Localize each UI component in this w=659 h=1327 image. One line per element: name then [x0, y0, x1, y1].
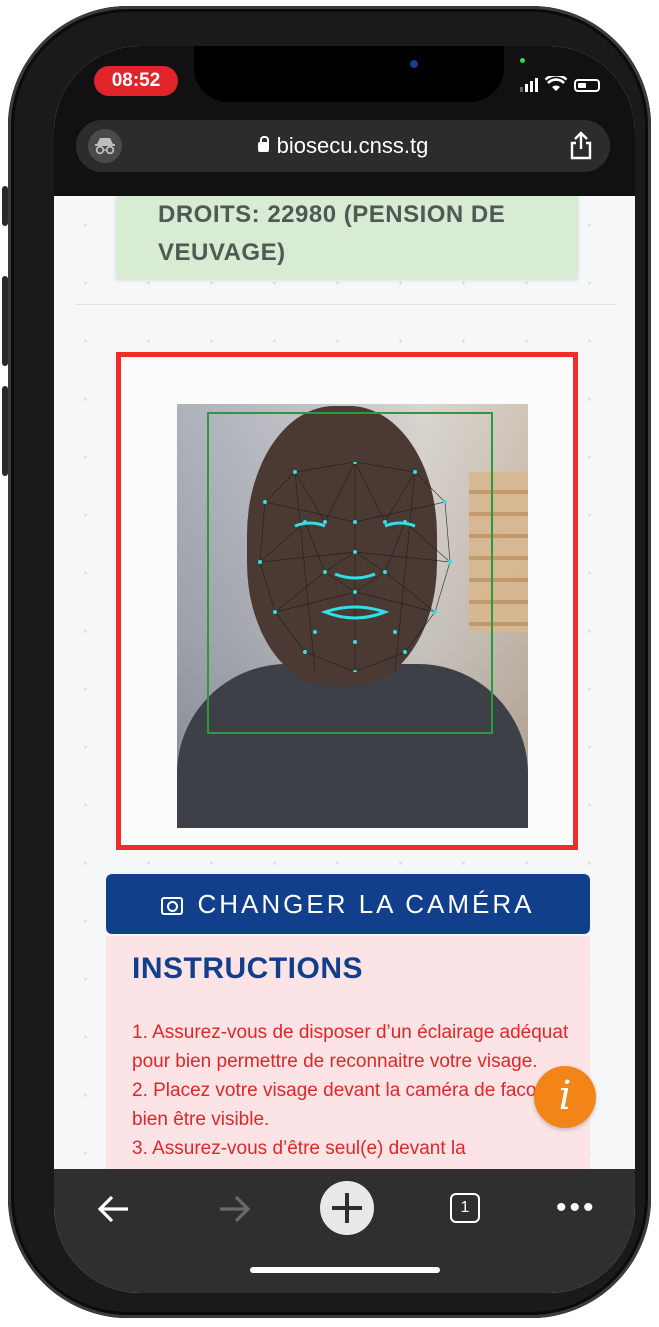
- camera-icon: [161, 897, 184, 915]
- browser-toolbar: 1 •••: [54, 1169, 635, 1293]
- instruction-item: 3. Assurez-vous d’être seul(e) devant la: [132, 1138, 466, 1159]
- browser-url-bar-area: biosecu.cnss.tg: [54, 116, 635, 196]
- change-camera-label: CHANGER LA CAMÉRA: [197, 889, 535, 919]
- more-menu-icon[interactable]: •••: [556, 1181, 597, 1235]
- silent-switch: [2, 186, 8, 226]
- screen: 08:52 biosecu.cnss.tg DROITS: 22980 (PEN…: [54, 46, 635, 1293]
- url-text: biosecu.cnss.tg: [276, 133, 429, 158]
- url-text-wrap: biosecu.cnss.tg: [76, 120, 610, 172]
- volume-down-button: [2, 386, 8, 476]
- back-arrow-icon[interactable]: [84, 1179, 144, 1239]
- droits-panel: DROITS: 22980 (PENSION DE VEUVAGE): [116, 196, 578, 278]
- instruction-item: 2. Placez votre visage devant la caméra …: [132, 1080, 563, 1130]
- instructions-panel: INSTRUCTIONS 1. Assurez-vous de disposer…: [106, 936, 590, 1169]
- instructions-title: INSTRUCTIONS: [132, 952, 363, 985]
- face-detection-box: [207, 412, 493, 734]
- new-tab-plus-icon[interactable]: [320, 1181, 374, 1235]
- camera-in-use-indicator: [520, 58, 525, 63]
- lock-icon: [257, 136, 269, 152]
- tabs-count-button[interactable]: 1: [450, 1193, 480, 1223]
- camera-preview-frame: [116, 352, 578, 850]
- front-camera-dot: [410, 60, 418, 68]
- wifi-icon: [545, 76, 567, 91]
- signal-icon: [520, 78, 538, 92]
- status-bar: 08:52: [54, 46, 635, 116]
- address-bar[interactable]: biosecu.cnss.tg: [76, 120, 610, 172]
- home-indicator: [250, 1267, 440, 1273]
- battery-icon: [574, 79, 600, 92]
- instruction-item: 1. Assurez-vous de disposer d’un éclaira…: [132, 1022, 569, 1072]
- status-time: 08:52: [94, 66, 178, 96]
- notch: [194, 46, 504, 102]
- phone-frame: 08:52 biosecu.cnss.tg DROITS: 22980 (PEN…: [2, 6, 651, 1318]
- change-camera-button[interactable]: CHANGER LA CAMÉRA: [106, 874, 590, 934]
- droits-text: DROITS: 22980 (PENSION DE VEUVAGE): [158, 201, 506, 266]
- share-icon[interactable]: [566, 130, 596, 162]
- divider: [76, 304, 616, 305]
- status-icons: [520, 72, 600, 92]
- web-page: DROITS: 22980 (PENSION DE VEUVAGE) CHANG…: [54, 196, 635, 1169]
- volume-up-button: [2, 276, 8, 366]
- camera-video-feed: [177, 404, 528, 828]
- forward-arrow-icon[interactable]: [204, 1179, 264, 1239]
- instructions-list: 1. Assurez-vous de disposer d’un éclaira…: [132, 1018, 592, 1163]
- help-info-button[interactable]: i: [534, 1066, 596, 1128]
